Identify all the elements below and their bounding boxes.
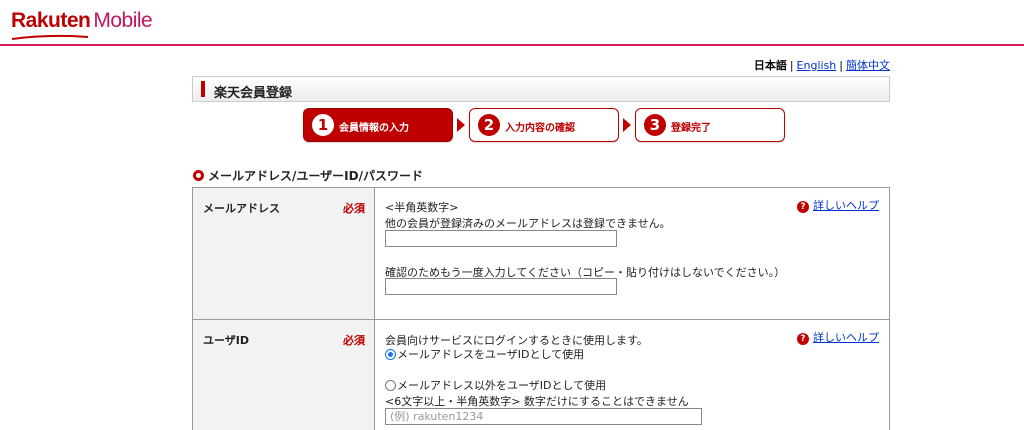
email-format-note: <半角英数字>	[385, 201, 459, 214]
userid-option-custom[interactable]: メールアドレス以外をユーザIDとして使用	[385, 377, 606, 393]
radio-unchecked-icon[interactable]	[385, 380, 396, 391]
userid-option-email-label: メールアドレスをユーザIDとして使用	[397, 348, 585, 361]
email-confirm-input[interactable]	[385, 278, 617, 295]
step-number-icon: 1	[312, 114, 334, 136]
step-3: 3 登録完了	[635, 108, 785, 142]
section-title: メールアドレス/ユーザーID/パスワード	[208, 169, 423, 183]
lang-english-link[interactable]: English	[797, 59, 837, 72]
step-1: 1 会員情報の入力	[303, 108, 453, 142]
registration-form-table: メールアドレス 必須 <半角英数字> 他の会員が登録済みのメールアドレスは登録で…	[192, 187, 890, 430]
required-badge: 必須	[343, 202, 365, 215]
email-row: メールアドレス 必須 <半角英数字> 他の会員が登録済みのメールアドレスは登録で…	[193, 188, 889, 320]
email-duplicate-note: 他の会員が登録済みのメールアドレスは登録できません。	[385, 217, 671, 230]
progress-steps: 1 会員情報の入力 2 入力内容の確認 3 登録完了	[0, 108, 1024, 142]
userid-rule-note: <6文字以上・半角英数字> 数字だけにすることはできません	[385, 395, 689, 408]
lang-separator: |	[789, 59, 794, 72]
lang-separator: |	[839, 59, 843, 72]
section-heading: メールアドレス/ユーザーID/パスワード	[193, 167, 423, 184]
step-arrow-icon	[457, 118, 465, 132]
email-help-link[interactable]: ? 詳しいヘルプ	[797, 197, 879, 213]
lang-chinese-link[interactable]: 簡体中文	[846, 59, 890, 72]
userid-label: ユーザID	[203, 334, 250, 347]
page-title-bar: 楽天会員登録	[192, 76, 890, 102]
userid-option-custom-label: メールアドレス以外をユーザIDとして使用	[397, 379, 607, 392]
email-label-cell: メールアドレス 必須	[193, 188, 375, 319]
section-bullet-icon	[193, 170, 204, 181]
userid-value-cell: 会員向けサービスにログインするときに使用します。 ? 詳しいヘルプ メールアドレス…	[375, 320, 889, 430]
step-arrow-icon	[623, 118, 631, 132]
step-label: 入力内容の確認	[505, 123, 575, 134]
userid-help-text: 詳しいヘルプ	[813, 331, 879, 344]
logo-brand-text: Rakuten	[11, 9, 91, 32]
userid-input[interactable]	[385, 408, 702, 425]
email-value-cell: <半角英数字> 他の会員が登録済みのメールアドレスは登録できません。 ? 詳しいヘ…	[375, 188, 889, 319]
logo-swoosh-icon	[11, 34, 89, 40]
email-label: メールアドレス	[203, 202, 280, 215]
userid-row: ユーザID 必須 会員向けサービスにログインするときに使用します。 ? 詳しいヘル…	[193, 320, 889, 430]
help-question-icon: ?	[797, 333, 809, 345]
lang-japanese: 日本語	[753, 59, 787, 72]
help-question-icon: ?	[797, 201, 809, 213]
email-help-text: 詳しいヘルプ	[813, 199, 879, 212]
step-label: 登録完了	[671, 123, 711, 134]
rakuten-mobile-logo[interactable]: Rakuten Mobile	[11, 9, 153, 40]
logo-product-text: Mobile	[93, 9, 153, 32]
required-badge: 必須	[343, 334, 365, 347]
title-accent-bar	[201, 81, 205, 97]
step-label: 会員情報の入力	[339, 123, 409, 134]
userid-help-link[interactable]: ? 詳しいヘルプ	[797, 329, 879, 345]
step-2: 2 入力内容の確認	[469, 108, 619, 142]
language-selector: 日本語 | English | 簡体中文	[754, 57, 890, 73]
step-number-icon: 3	[644, 114, 666, 136]
userid-label-cell: ユーザID 必須	[193, 320, 375, 430]
userid-option-email[interactable]: メールアドレスをユーザIDとして使用	[385, 346, 584, 362]
email-input[interactable]	[385, 230, 617, 247]
step-number-icon: 2	[478, 114, 500, 136]
radio-checked-icon[interactable]	[385, 349, 396, 360]
site-header: Rakuten Mobile	[0, 0, 1024, 46]
page-title: 楽天会員登録	[214, 86, 293, 101]
